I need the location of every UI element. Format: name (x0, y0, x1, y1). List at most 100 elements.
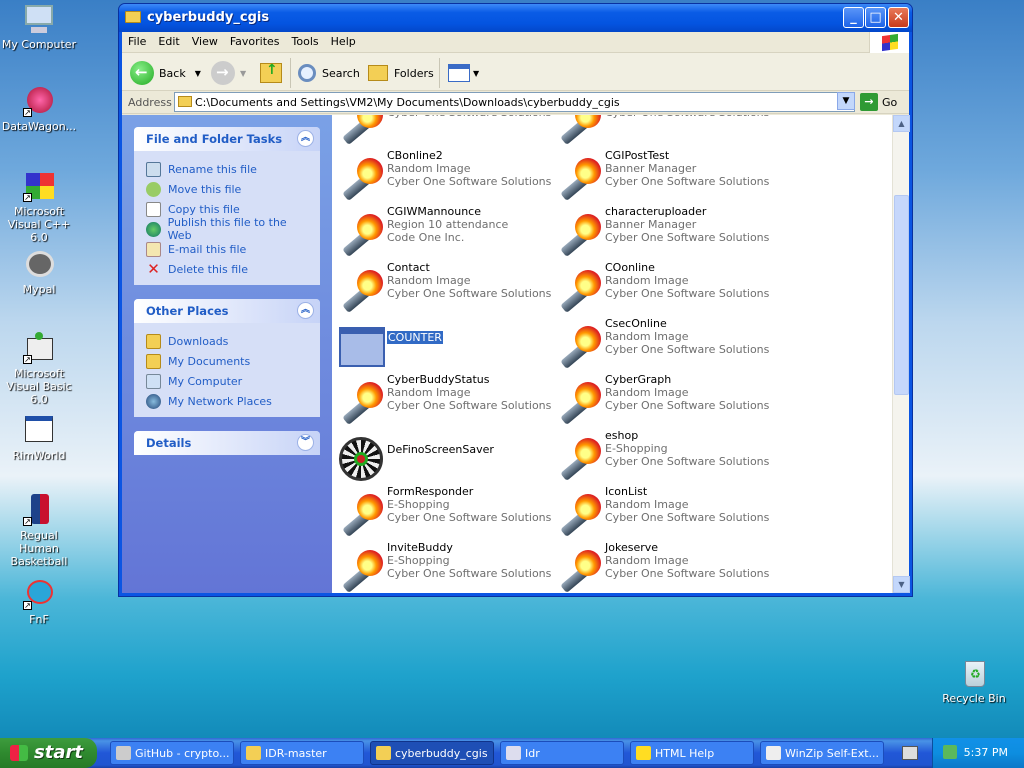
torch-icon (336, 207, 384, 258)
desktop-icon-basketball[interactable]: ↗ Regual Human Basketball (0, 494, 78, 568)
task-rename[interactable]: Rename this file (146, 159, 310, 179)
torch-icon (554, 431, 602, 482)
go-button[interactable]: → Go (860, 93, 897, 111)
file-folder-tasks-header[interactable]: File and Folder Tasks ︽ (134, 127, 320, 151)
file-item[interactable]: Contact Random Image Cyber One Software So… (334, 261, 551, 314)
file-item-text: Random ImageCyber One Software Solutions (605, 115, 769, 119)
file-item[interactable]: Jokeserve Random Image Cyber One Software … (552, 541, 769, 593)
globe-icon (146, 221, 161, 237)
menu-edit[interactable]: Edit (152, 32, 185, 48)
file-description: Random Image (387, 162, 471, 175)
menu-tools[interactable]: Tools (286, 32, 325, 48)
menu-favorites[interactable]: Favorites (224, 32, 286, 48)
file-item[interactable]: CGIWMannounce Region 10 attendance Code On… (334, 205, 549, 258)
file-item[interactable]: FormResponder E-Shopping Cyber One Softwar… (334, 485, 551, 538)
taskbar-button-github[interactable]: GitHub - crypto... (110, 741, 234, 765)
back-dropdown-icon[interactable]: ▼ (195, 69, 201, 78)
desktop-icon-datawagon[interactable]: ↗ DataWagon... (0, 85, 78, 133)
place-my-network-places[interactable]: My Network Places (146, 391, 310, 411)
task-delete[interactable]: ✕ Delete this file (146, 259, 310, 279)
views-button[interactable]: ▼ (448, 60, 479, 86)
taskbar-button-html-help[interactable]: HTML Help (630, 741, 754, 765)
desktop-icon-fnf[interactable]: ↗ FnF (0, 578, 78, 626)
file-item-text: COUNTER (387, 331, 443, 344)
network-tray-icon[interactable] (943, 745, 957, 759)
file-description: Random Image (605, 274, 689, 287)
windows-logo-icon (869, 32, 909, 53)
file-item[interactable]: CBonline2 Random Image Cyber One Software … (334, 149, 551, 202)
details-header[interactable]: Details ︾ (134, 431, 320, 455)
file-item[interactable]: CGIPostTest Banner Manager Cyber One Softw… (552, 149, 769, 202)
file-item[interactable]: COonline Random Image Cyber One Software S… (552, 261, 769, 314)
place-my-documents[interactable]: My Documents (146, 351, 310, 371)
address-label: Address (128, 96, 172, 109)
file-item[interactable]: CsecOnline Random Image Cyber One Software… (552, 317, 769, 370)
torch-icon (336, 151, 384, 202)
menu-help[interactable]: Help (325, 32, 362, 48)
task-publish[interactable]: Publish this file to the Web (146, 216, 310, 242)
keyboard-icon[interactable] (902, 746, 918, 760)
scroll-down-icon[interactable]: ▼ (893, 576, 910, 593)
folders-button[interactable]: Folders (368, 60, 434, 86)
expand-icon[interactable]: ︾ (297, 434, 314, 451)
up-folder-button[interactable]: ↑ (260, 60, 282, 86)
scroll-up-icon[interactable]: ▲ (893, 115, 910, 132)
file-item[interactable]: E-ShoppingCyber One Software Solutions (334, 115, 551, 146)
file-item[interactable]: CyberGraph Random Image Cyber One Software… (552, 373, 769, 426)
desktop-icon-my-computer[interactable]: My Computer (0, 3, 78, 51)
file-name: CGIWMannounce (387, 205, 481, 218)
forward-button[interactable]: → ▼ (211, 60, 246, 86)
file-item[interactable]: InviteBuddy E-Shopping Cyber One Software … (334, 541, 551, 593)
file-item[interactable]: eshop E-Shopping Cyber One Software Soluti… (552, 429, 769, 482)
desktop-icon-label: Mypal (22, 283, 56, 296)
taskbar: start GitHub - crypto... IDR-master cybe… (0, 738, 1024, 768)
taskbar-button-cyberbuddy[interactable]: cyberbuddy_cgis (370, 741, 494, 765)
file-item[interactable]: COUNTER (334, 317, 549, 369)
place-label: My Documents (168, 354, 251, 368)
panel-title: Other Places (146, 304, 229, 318)
start-button[interactable]: start (0, 738, 97, 768)
title-bar[interactable]: cyberbuddy_cgis _ □ ✕ (119, 4, 912, 32)
file-item[interactable]: DeFinoScreenSaver (334, 429, 549, 481)
menu-file[interactable]: File (122, 32, 152, 48)
collapse-icon[interactable]: ︽ (297, 302, 314, 319)
torch-icon (336, 487, 384, 538)
close-button[interactable]: ✕ (888, 7, 909, 28)
address-field[interactable]: C:\Documents and Settings\VM2\My Documen… (174, 92, 855, 112)
taskbar-button-idr[interactable]: Idr (500, 741, 624, 765)
desktop-icon-rimworld[interactable]: RimWorld (0, 414, 78, 462)
task-email[interactable]: E-mail this file (146, 239, 310, 259)
desktop-icon-visual-basic[interactable]: ↗ Microsoft Visual Basic 6.0 (0, 332, 78, 406)
menu-view[interactable]: View (186, 32, 224, 48)
file-item[interactable]: IconList Random Image Cyber One Software S… (552, 485, 769, 538)
taskbar-button-idr-master[interactable]: IDR-master (240, 741, 364, 765)
file-item-text: CsecOnline Random Image Cyber One Software… (605, 317, 769, 356)
minimize-button[interactable]: _ (843, 7, 864, 28)
rimworld-icon (23, 414, 55, 446)
search-button[interactable]: Search (298, 60, 360, 86)
desktop-icon-mypal[interactable]: Mypal (0, 248, 78, 296)
task-pane: File and Folder Tasks ︽ Rename this file … (122, 115, 332, 593)
search-label: Search (322, 66, 360, 80)
file-item-text: CBonline2 Random Image Cyber One Software … (387, 149, 551, 188)
maximize-button[interactable]: □ (865, 7, 886, 28)
file-item[interactable]: CyberBuddyStatus Random Image Cyber One So… (334, 373, 551, 426)
scroll-thumb[interactable] (894, 195, 909, 395)
collapse-icon[interactable]: ︽ (297, 130, 314, 147)
address-dropdown-icon[interactable]: ▼ (837, 92, 855, 110)
place-my-computer[interactable]: My Computer (146, 371, 310, 391)
taskbar-button-winzip[interactable]: WinZip Self-Ext... (760, 741, 884, 765)
place-downloads[interactable]: Downloads (146, 331, 310, 351)
other-places-header[interactable]: Other Places ︽ (134, 299, 320, 323)
desktop-icon-label: DataWagon... (1, 120, 77, 133)
application-window-icon (336, 319, 385, 367)
file-item[interactable]: characteruploader Banner Manager Cyber One… (552, 205, 769, 258)
vertical-scrollbar[interactable]: ▲ ▼ (892, 115, 910, 593)
desktop-icon-visual-cpp[interactable]: ↗ Microsoft Visual C++ 6.0 (0, 170, 78, 244)
file-description: Banner Manager (605, 218, 697, 231)
file-item[interactable]: Random ImageCyber One Software Solutions (552, 115, 769, 146)
desktop-icon-recycle-bin[interactable]: ♻ Recycle Bin (935, 657, 1013, 705)
address-bar: Address C:\Documents and Settings\VM2\My… (122, 91, 909, 114)
back-button[interactable]: ← Back ▼ (130, 60, 201, 86)
task-move[interactable]: Move this file (146, 179, 310, 199)
